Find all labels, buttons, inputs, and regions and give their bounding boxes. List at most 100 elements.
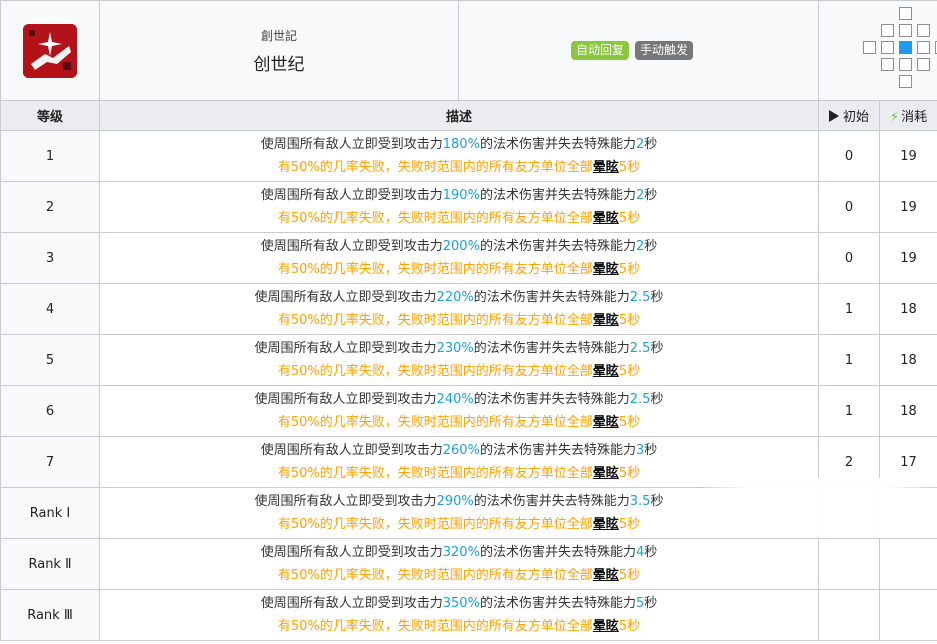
table-row: 6 使周围所有敌人立即受到攻击力240%的法术伤害并失去特殊能力2.5秒 有50%的…: [0, 385, 937, 437]
table-row: Rank Ⅱ 使周围所有敌人立即受到攻击力320%的法术伤害并失去特殊能力4秒 有5…: [0, 538, 937, 590]
description-line-2: 有50%的几率失败，失败时范围内的所有友方单位全部晕眩5秒: [100, 258, 818, 281]
desc-prefix: 使周围所有敌人立即受到攻击力: [260, 239, 443, 254]
desc-prefix: 使周围所有敌人立即受到攻击力: [254, 290, 437, 305]
initial-sp-cell: 1: [818, 283, 880, 335]
stun-link[interactable]: 晕眩: [593, 160, 619, 175]
description-cell: 使周围所有敌人立即受到攻击力200%的法术伤害并失去特殊能力2秒 有50%的几率失…: [99, 232, 819, 284]
skill-level-rows: 1 使周围所有敌人立即受到攻击力180%的法术伤害并失去特殊能力2秒 有50%的几率…: [0, 130, 937, 641]
desc-middle: 的法术伤害并失去特殊能力: [473, 494, 630, 509]
initial-sp-cell: 0: [818, 181, 880, 233]
desc-prefix: 使周围所有敌人立即受到攻击力: [260, 596, 443, 611]
description-line-1: 使周围所有敌人立即受到攻击力200%的法术伤害并失去特殊能力2秒: [100, 235, 818, 258]
table-row: 5 使周围所有敌人立即受到攻击力230%的法术伤害并失去特殊能力2.5秒 有50%的…: [0, 334, 937, 386]
description-line-2: 有50%的几率失败，失败时范围内的所有友方单位全部晕眩5秒: [100, 411, 818, 434]
col-header-cost: ⚡ 消耗: [879, 100, 937, 131]
stun-link[interactable]: 晕眩: [593, 517, 619, 532]
stun-duration: 5秒: [618, 466, 641, 481]
desc-prefix: 使周围所有敌人立即受到攻击力: [260, 443, 443, 458]
description-line-2: 有50%的几率失败，失败时范围内的所有友方单位全部晕眩5秒: [100, 564, 818, 587]
stun-link[interactable]: 晕眩: [593, 466, 619, 481]
duration-value: 3: [635, 443, 645, 458]
description-line-2: 有50%的几率失败，失败时范围内的所有友方单位全部晕眩5秒: [100, 513, 818, 536]
description-line-2: 有50%的几率失败，失败时范围内的所有友方单位全部晕眩5秒: [100, 360, 818, 383]
stun-link[interactable]: 晕眩: [593, 262, 619, 277]
stun-link[interactable]: 晕眩: [593, 364, 619, 379]
atk-percent: 240%: [436, 392, 474, 407]
stun-link[interactable]: 晕眩: [593, 568, 619, 583]
skill-name-traditional: 創世記: [260, 28, 297, 43]
stun-link[interactable]: 晕眩: [593, 211, 619, 226]
desc-prefix: 使周围所有敌人立即受到攻击力: [260, 137, 443, 152]
level-cell: 7: [0, 436, 100, 488]
skill-table: 創世記 创世纪 自动回复 手动触发 等级 描述 初始 ⚡ 消耗 1 使周围所有敌…: [0, 0, 937, 641]
stun-duration: 5秒: [618, 364, 641, 379]
range-tile: [899, 24, 912, 37]
fail-text: 有50%的几率失败，失败时范围内的所有友方单位全部: [277, 568, 593, 583]
description-line-1: 使周围所有敌人立即受到攻击力230%的法术伤害并失去特殊能力2.5秒: [100, 337, 818, 360]
range-tile: [881, 58, 894, 71]
stun-link[interactable]: 晕眩: [593, 619, 619, 634]
atk-percent: 190%: [442, 188, 480, 203]
col-header-initial: 初始: [818, 100, 880, 131]
desc-middle: 的法术伤害并失去特殊能力: [479, 188, 636, 203]
stun-link[interactable]: 晕眩: [593, 313, 619, 328]
duration-value: 2.5: [629, 341, 651, 356]
stun-duration: 5秒: [618, 262, 641, 277]
description-line-1: 使周围所有敌人立即受到攻击力190%的法术伤害并失去特殊能力2秒: [100, 184, 818, 207]
col-header-level: 等级: [0, 100, 100, 131]
skill-header-row: 創世記 创世纪 自动回复 手动触发: [0, 0, 937, 101]
duration-unit: 秒: [644, 137, 658, 152]
duration-value: 5: [635, 596, 645, 611]
description-cell: 使周围所有敌人立即受到攻击力290%的法术伤害并失去特殊能力3.5秒 有50%的几…: [99, 487, 819, 539]
bolt-icon: ⚡: [889, 110, 900, 125]
column-header-row: 等级 描述 初始 ⚡ 消耗: [0, 100, 937, 131]
initial-sp-cell: 0: [818, 130, 880, 182]
description-line-1: 使周围所有敌人立即受到攻击力240%的法术伤害并失去特殊能力2.5秒: [100, 388, 818, 411]
duration-unit: 秒: [644, 443, 658, 458]
description-line-1: 使周围所有敌人立即受到攻击力290%的法术伤害并失去特殊能力3.5秒: [100, 490, 818, 513]
duration-unit: 秒: [650, 392, 664, 407]
desc-middle: 的法术伤害并失去特殊能力: [473, 392, 630, 407]
fail-text: 有50%的几率失败，失败时范围内的所有友方单位全部: [277, 313, 593, 328]
description-line-1: 使周围所有敌人立即受到攻击力220%的法术伤害并失去特殊能力2.5秒: [100, 286, 818, 309]
initial-sp-cell: 2: [818, 436, 880, 488]
description-line-2: 有50%的几率失败，失败时范围内的所有友方单位全部晕眩5秒: [100, 207, 818, 230]
stun-duration: 5秒: [618, 568, 641, 583]
level-cell: 1: [0, 130, 100, 182]
atk-percent: 220%: [436, 290, 474, 305]
description-cell: 使周围所有敌人立即受到攻击力350%的法术伤害并失去特殊能力5秒 有50%的几率失…: [99, 589, 819, 641]
level-cell: Rank Ⅱ: [0, 538, 100, 590]
fail-text: 有50%的几率失败，失败时范围内的所有友方单位全部: [277, 466, 593, 481]
stun-duration: 5秒: [618, 619, 641, 634]
desc-prefix: 使周围所有敌人立即受到攻击力: [254, 392, 437, 407]
attack-range-cell: [818, 0, 937, 101]
sp-cost-cell: [879, 538, 937, 590]
level-cell: 2: [0, 181, 100, 233]
fail-text: 有50%的几率失败，失败时范围内的所有友方单位全部: [277, 262, 593, 277]
range-tile: [899, 75, 912, 88]
initial-sp-cell: [818, 589, 880, 641]
sp-cost-cell: 18: [879, 334, 937, 386]
description-line-1: 使周围所有敌人立即受到攻击力260%的法术伤害并失去特殊能力3秒: [100, 439, 818, 462]
fail-text: 有50%的几率失败，失败时范围内的所有友方单位全部: [277, 517, 593, 532]
sp-cost-cell: 19: [879, 181, 937, 233]
sp-cost-cell: 17: [879, 436, 937, 488]
desc-middle: 的法术伤害并失去特殊能力: [479, 443, 636, 458]
level-cell: Rank Ⅰ: [0, 487, 100, 539]
fail-text: 有50%的几率失败，失败时范围内的所有友方单位全部: [277, 415, 593, 430]
initial-sp-cell: 0: [818, 232, 880, 284]
sp-cost-cell: 19: [879, 130, 937, 182]
description-line-1: 使周围所有敌人立即受到攻击力180%的法术伤害并失去特殊能力2秒: [100, 133, 818, 156]
table-row: 3 使周围所有敌人立即受到攻击力200%的法术伤害并失去特殊能力2秒 有50%的几率…: [0, 232, 937, 284]
stun-link[interactable]: 晕眩: [593, 415, 619, 430]
duration-unit: 秒: [644, 239, 658, 254]
initial-sp-cell: [818, 487, 880, 539]
play-icon: [828, 110, 839, 122]
duration-unit: 秒: [650, 494, 664, 509]
level-cell: Rank Ⅲ: [0, 589, 100, 641]
desc-middle: 的法术伤害并失去特殊能力: [479, 596, 636, 611]
skill-tags-cell: 自动回复 手动触发: [458, 0, 819, 101]
atk-percent: 200%: [442, 239, 480, 254]
atk-percent: 180%: [442, 137, 480, 152]
initial-sp-cell: 1: [818, 334, 880, 386]
